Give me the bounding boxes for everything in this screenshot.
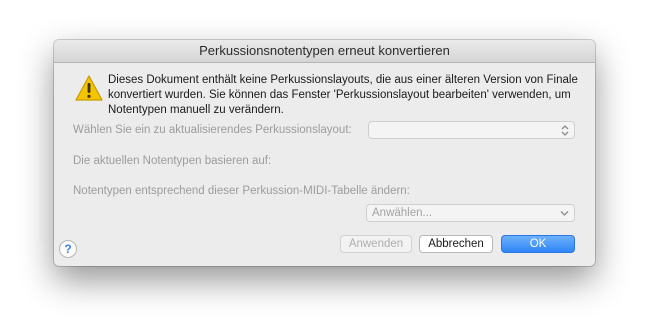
cancel-button[interactable]: Abbrechen bbox=[419, 235, 493, 253]
screen: Perkussionsnotentypen erneut konvertiere… bbox=[0, 0, 664, 328]
warning-message: Dieses Dokument enthält keine Perkussion… bbox=[108, 74, 578, 116]
layout-label: Wählen Sie ein zu aktualisierendes Perku… bbox=[73, 124, 352, 136]
current-notetypes-label: Die aktuellen Notentypen basieren auf: bbox=[73, 155, 272, 167]
convert-percussion-dialog: Perkussionsnotentypen erneut konvertiere… bbox=[54, 40, 595, 266]
updown-chevron-icon bbox=[561, 125, 569, 136]
warning-triangle-icon bbox=[75, 75, 103, 101]
midi-table-label: Notentypen entsprechend dieser Perkussio… bbox=[73, 185, 410, 197]
ok-button[interactable]: OK bbox=[501, 235, 575, 253]
chevron-down-icon bbox=[560, 211, 569, 216]
help-button[interactable]: ? bbox=[59, 240, 77, 258]
dialog-title: Perkussionsnotentypen erneut konvertiere… bbox=[54, 40, 595, 63]
layout-select[interactable] bbox=[368, 121, 575, 139]
midi-table-select[interactable]: Anwählen... bbox=[366, 204, 575, 222]
apply-button[interactable]: Anwenden bbox=[340, 235, 412, 253]
midi-table-select-value: Anwählen... bbox=[372, 207, 433, 219]
